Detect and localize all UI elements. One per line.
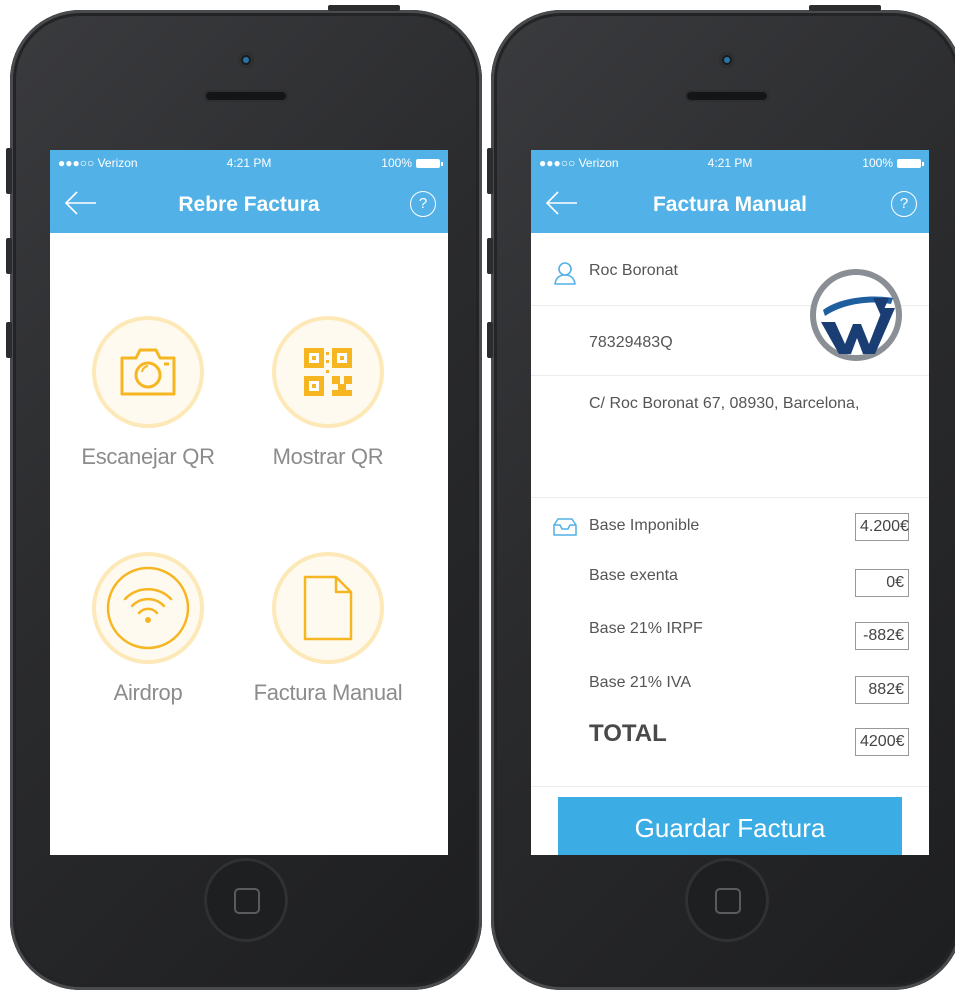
company-logo	[810, 269, 902, 361]
camera-icon-circle	[92, 316, 204, 428]
user-icon	[554, 262, 576, 285]
option-label: Mostrar QR	[272, 444, 384, 469]
iva-input[interactable]: 882€	[855, 676, 909, 704]
volume-down-button	[6, 322, 12, 358]
amount-label: Base 21% IVA	[589, 674, 691, 691]
option-label: Escanejar QR	[81, 444, 215, 469]
page-title: Factura Manual	[652, 193, 808, 216]
option-label: Airdrop	[113, 680, 183, 705]
airdrop-icon-circle	[92, 552, 204, 664]
phone-frame-left: ●●●○○ Verizon 4:21 PM 100% Rebre Factura…	[6, 5, 482, 990]
option-escanejar-qr[interactable]: Escanejar QR	[63, 316, 233, 470]
power-button	[328, 5, 400, 11]
option-airdrop[interactable]: Airdrop	[63, 552, 233, 706]
nav-bar: ●●●○○ Verizon 4:21 PM 100% Rebre Factura…	[50, 150, 448, 233]
earpiece-speaker	[204, 90, 288, 102]
total-label: TOTAL	[589, 720, 667, 747]
amount-label: Base 21% IRPF	[589, 620, 703, 637]
irpf-input[interactable]: -882€	[855, 622, 909, 650]
screen-factura-manual: ●●●○○ Verizon 4:21 PM 100% Factura Manua…	[531, 150, 929, 855]
option-mostrar-qr[interactable]: Mostrar QR	[243, 316, 413, 470]
inbox-icon	[553, 518, 577, 536]
client-address-row[interactable]: C/ Roc Boronat 67, 08930, Barcelona,	[531, 375, 929, 498]
save-invoice-button[interactable]: Guardar Factura	[558, 797, 902, 855]
base-exenta-input[interactable]: 0€	[855, 569, 909, 597]
home-button[interactable]	[204, 858, 288, 942]
battery-percent: 100%	[862, 156, 893, 170]
status-bar: ●●●○○ Verizon 4:21 PM 100%	[539, 156, 924, 172]
amount-row-total: TOTAL 4200€	[531, 716, 929, 756]
option-label: Factura Manual	[253, 680, 403, 705]
divider	[531, 786, 929, 787]
base-imponible-input[interactable]: 4.200€	[855, 513, 909, 541]
volume-up-button	[6, 238, 12, 274]
client-name: Roc Boronat	[589, 262, 678, 279]
battery-icon	[416, 159, 443, 169]
mute-switch	[487, 148, 493, 194]
qr-code-icon	[304, 348, 352, 396]
home-button[interactable]	[685, 858, 769, 942]
amount-label: Base Imponible	[589, 517, 700, 534]
amount-row-base-imponible: Base Imponible 4.200€	[531, 507, 929, 547]
battery-status: 100%	[862, 156, 924, 170]
wifi-icon	[106, 566, 190, 650]
battery-icon	[897, 159, 924, 169]
battery-percent: 100%	[381, 156, 412, 170]
status-bar: ●●●○○ Verizon 4:21 PM 100%	[58, 156, 443, 172]
total-input[interactable]: 4200€	[855, 728, 909, 756]
amount-row-iva: Base 21% IVA 882€	[531, 664, 929, 704]
document-icon-circle	[272, 552, 384, 664]
volume-up-button	[487, 238, 493, 274]
power-button	[809, 5, 881, 11]
camera-icon	[120, 348, 176, 396]
earpiece-speaker	[685, 90, 769, 102]
screen-rebre-factura: ●●●○○ Verizon 4:21 PM 100% Rebre Factura…	[50, 150, 448, 855]
client-nif: 78329483Q	[589, 334, 673, 351]
help-icon[interactable]: ?	[891, 191, 917, 217]
nav-bar: ●●●○○ Verizon 4:21 PM 100% Factura Manua…	[531, 150, 929, 233]
mute-switch	[6, 148, 12, 194]
option-factura-manual[interactable]: Factura Manual	[243, 552, 413, 706]
client-address: C/ Roc Boronat 67, 08930, Barcelona,	[589, 395, 860, 412]
document-icon	[303, 575, 353, 641]
amount-row-irpf: Base 21% IRPF -882€	[531, 610, 929, 650]
qr-icon-circle	[272, 316, 384, 428]
volume-down-button	[487, 322, 493, 358]
help-icon[interactable]: ?	[410, 191, 436, 217]
amount-row-base-exenta: Base exenta 0€	[531, 557, 929, 597]
amount-label: Base exenta	[589, 567, 678, 584]
battery-status: 100%	[381, 156, 443, 170]
phone-frame-right: ●●●○○ Verizon 4:21 PM 100% Factura Manua…	[487, 5, 955, 990]
page-title: Rebre Factura	[178, 193, 320, 216]
front-camera	[238, 52, 254, 68]
front-camera	[719, 52, 735, 68]
